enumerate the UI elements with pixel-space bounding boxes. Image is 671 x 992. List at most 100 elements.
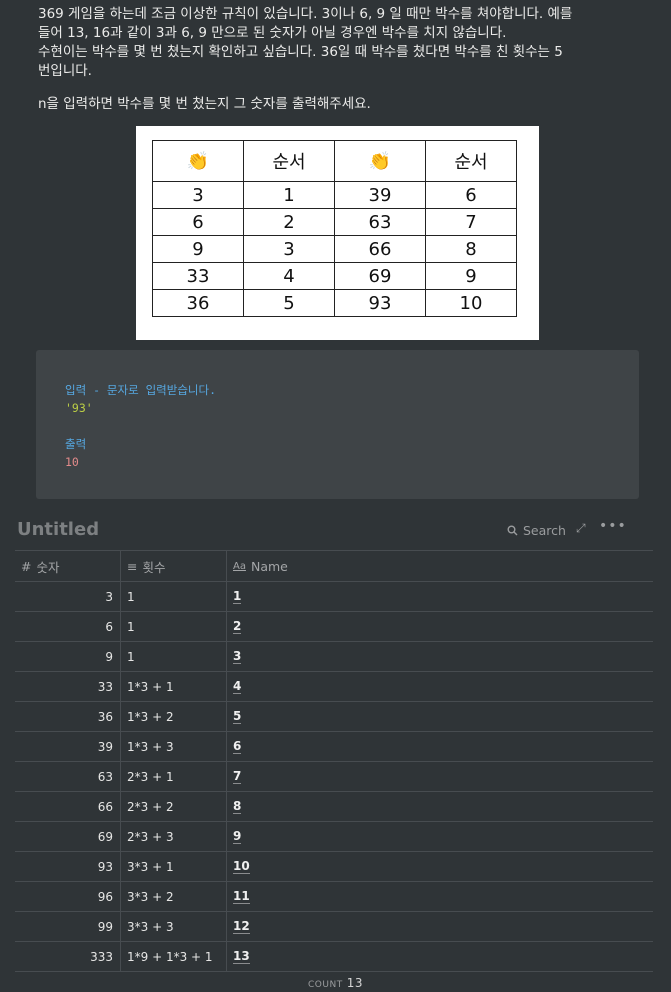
code-block[interactable]: 입력 - 문자로 입력받습니다. '93' 출력 10 — [36, 350, 639, 499]
image-cell: 9 — [425, 262, 517, 290]
name-cell[interactable]: 11 — [227, 882, 653, 911]
name-link[interactable]: 6 — [233, 739, 242, 754]
column-label: 숫자 — [36, 559, 60, 575]
count-cell[interactable]: 2*3 + 3 — [121, 822, 227, 851]
image-cell: 1 — [243, 181, 335, 209]
count-cell[interactable]: 1 — [121, 642, 227, 671]
number-cell[interactable]: 6 — [15, 612, 121, 641]
name-cell[interactable]: 10 — [227, 852, 653, 881]
image-cell: 9 — [152, 235, 244, 263]
name-link[interactable]: 10 — [233, 859, 250, 874]
number-cell[interactable]: 99 — [15, 912, 121, 941]
table-row[interactable]: 612 — [15, 612, 653, 642]
column-count[interactable]: ≡ 횟수 — [121, 551, 227, 581]
count-cell[interactable]: 2*3 + 2 — [121, 792, 227, 821]
image-cell: 8 — [425, 235, 517, 263]
problem-instruction: n을 입력하면 박수를 몇 번 쳤는지 그 숫자를 출력해주세요. — [38, 96, 371, 112]
table-row[interactable]: 36 1*3 + 2 5 — [15, 702, 653, 732]
table-row[interactable]: 99 3*3 + 3 12 — [15, 912, 653, 942]
name-cell[interactable]: 13 — [227, 942, 653, 971]
count-cell[interactable]: 1*3 + 3 — [121, 732, 227, 761]
database-title[interactable]: Untitled — [17, 519, 99, 540]
column-number[interactable]: # 숫자 — [15, 551, 121, 581]
count-cell[interactable]: 1*9 + 1*3 + 1 — [121, 942, 227, 971]
table-row[interactable]: 913 — [15, 642, 653, 672]
number-cell[interactable]: 39 — [15, 732, 121, 761]
image-cell: 2 — [243, 208, 335, 236]
count-cell[interactable]: 1 — [121, 612, 227, 641]
table-row[interactable]: 39 1*3 + 3 6 — [15, 732, 653, 762]
expand-icon[interactable]: ⤢ — [576, 521, 586, 536]
name-cell[interactable]: 9 — [227, 822, 653, 851]
name-cell[interactable]: 8 — [227, 792, 653, 821]
name-link[interactable]: 12 — [233, 919, 250, 934]
number-cell[interactable]: 69 — [15, 822, 121, 851]
number-cell[interactable]: 93 — [15, 852, 121, 881]
name-cell[interactable]: 4 — [227, 672, 653, 701]
count-cell[interactable]: 1*3 + 1 — [121, 672, 227, 701]
row-count: COUNT 13 — [0, 976, 671, 990]
number-cell[interactable]: 3 — [15, 582, 121, 611]
column-name[interactable]: Aa Name — [227, 551, 653, 581]
number-cell[interactable]: 63 — [15, 762, 121, 791]
number-cell[interactable]: 96 — [15, 882, 121, 911]
count-cell[interactable]: 3*3 + 1 — [121, 852, 227, 881]
order-header: 순서 — [425, 140, 517, 182]
column-label: Name — [250, 558, 288, 574]
input-label: 입력 - 문자로 입력받습니다. — [65, 383, 216, 397]
image-cell: 39 — [334, 181, 426, 209]
number-cell[interactable]: 33 — [15, 672, 121, 701]
name-link[interactable]: 7 — [233, 769, 242, 784]
name-cell[interactable]: 12 — [227, 912, 653, 941]
example-image: 👏 순서 👏 순서 3 1 39 6 6 2 63 7 9 3 66 8 33 4 69 9 36 5 93… — [136, 126, 539, 340]
count-cell[interactable]: 1 — [121, 582, 227, 611]
name-cell[interactable]: 3 — [227, 642, 653, 671]
count-cell[interactable]: 3*3 + 3 — [121, 912, 227, 941]
image-cell: 6 — [425, 181, 517, 209]
name-link[interactable]: 8 — [233, 799, 242, 814]
count-label: COUNT — [308, 980, 343, 990]
number-cell[interactable]: 66 — [15, 792, 121, 821]
name-link[interactable]: 2 — [233, 619, 242, 634]
number-cell[interactable]: 333 — [15, 942, 121, 971]
count-cell[interactable]: 3*3 + 2 — [121, 882, 227, 911]
name-cell[interactable]: 6 — [227, 732, 653, 761]
name-link[interactable]: 5 — [233, 709, 242, 724]
number-cell[interactable]: 9 — [15, 642, 121, 671]
name-link[interactable]: 1 — [233, 589, 242, 604]
problem-line: 369 게임을 하는데 조금 이상한 규칙이 있습니다. 3이나 6, 9 일 … — [38, 6, 573, 22]
name-cell[interactable]: 2 — [227, 612, 653, 641]
output-value: 10 — [65, 455, 79, 469]
table-row[interactable]: 311 — [15, 582, 653, 612]
name-link[interactable]: 4 — [233, 679, 242, 694]
input-value: '93' — [65, 401, 93, 415]
number-cell[interactable]: 36 — [15, 702, 121, 731]
table-body: 3 1 1 6 1 2 9 1 3 33 1*3 + 1 4 36 1*3 + 2 5 39 1*3 + 366… — [15, 582, 653, 972]
name-link[interactable]: 3 — [233, 649, 242, 664]
name-cell[interactable]: 1 — [227, 582, 653, 611]
name-cell[interactable]: 5 — [227, 702, 653, 731]
table-row[interactable]: 69 2*3 + 3 9 — [15, 822, 653, 852]
table-row[interactable]: 333 1*9 + 1*3 + 1 13 — [15, 942, 653, 972]
name-link[interactable]: 11 — [233, 889, 250, 904]
text-lines-icon: ≡ — [127, 558, 138, 574]
more-options-icon[interactable]: ••• — [599, 518, 627, 534]
table-row[interactable]: 63 2*3 + 1 7 — [15, 762, 653, 792]
image-cell: 93 — [334, 289, 426, 317]
name-link[interactable]: 13 — [233, 949, 250, 964]
problem-line: 들어 13, 16과 같이 3과 6, 9 만으로 된 숫자가 아닐 경우엔 박… — [38, 25, 507, 41]
name-cell[interactable]: 7 — [227, 762, 653, 791]
count-cell[interactable]: 2*3 + 1 — [121, 762, 227, 791]
table-row[interactable]: 96 3*3 + 2 11 — [15, 882, 653, 912]
search-button[interactable]: Search — [507, 523, 566, 538]
table-row[interactable]: 33 1*3 + 1 4 — [15, 672, 653, 702]
database-table: # 숫자 ≡ 횟수 Aa Name 3 1 1 6 1 2 9 1 3 33 1*3 + 1 4 36 1… — [15, 550, 653, 972]
count-cell[interactable]: 1*3 + 2 — [121, 702, 227, 731]
problem-description: 369 게임을 하는데 조금 이상한 규칙이 있습니다. 3이나 6, 9 일 … — [38, 5, 638, 81]
search-icon — [507, 525, 518, 536]
table-row[interactable]: 93 3*3 + 1 10 — [15, 852, 653, 882]
table-row[interactable]: 66 2*3 + 2 8 — [15, 792, 653, 822]
clap-icon: 👏 — [152, 140, 244, 182]
image-cell: 69 — [334, 262, 426, 290]
name-link[interactable]: 9 — [233, 829, 242, 844]
